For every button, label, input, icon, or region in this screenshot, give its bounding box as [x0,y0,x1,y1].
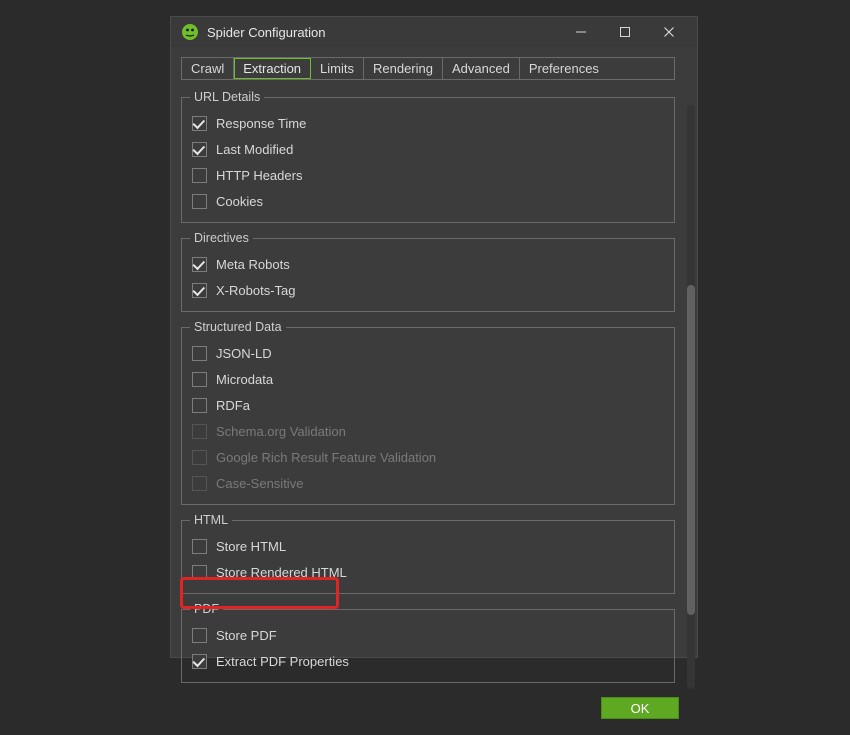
group-legend: HTML [190,513,232,527]
option-store-rendered-html[interactable]: Store Rendered HTML [190,559,666,585]
minimize-button[interactable] [559,17,603,47]
option-cookies[interactable]: Cookies [190,188,666,214]
option-http-headers[interactable]: HTTP Headers [190,162,666,188]
checkbox-label: Meta Robots [216,257,290,272]
tab-extraction[interactable]: Extraction [234,58,311,79]
checkbox-label: Response Time [216,116,306,131]
content-area: URL Details Response Time Last Modified … [181,84,689,691]
checkbox[interactable] [192,346,207,361]
option-schema-org-validation: Schema.org Validation [190,418,666,444]
checkbox [192,476,207,491]
app-icon [181,23,199,41]
option-store-pdf[interactable]: Store PDF [190,622,666,648]
checkbox-label: Store PDF [216,628,277,643]
tab-preferences[interactable]: Preferences [520,58,608,79]
tab-bar: Crawl Extraction Limits Rendering Advanc… [181,57,675,80]
checkbox[interactable] [192,372,207,387]
checkbox [192,450,207,465]
close-button[interactable] [647,17,691,47]
checkbox-label: Microdata [216,372,273,387]
option-rdfa[interactable]: RDFa [190,392,666,418]
group-legend: Structured Data [190,320,286,334]
checkbox[interactable] [192,142,207,157]
checkbox[interactable] [192,116,207,131]
group-legend: PDF [190,602,223,616]
group-structured-data: Structured Data JSON-LD Microdata RDFa S… [181,320,675,505]
option-extract-pdf-properties[interactable]: Extract PDF Properties [190,648,666,674]
scrollbar[interactable] [683,105,697,689]
maximize-button[interactable] [603,17,647,47]
option-store-html[interactable]: Store HTML [190,533,666,559]
checkbox[interactable] [192,565,207,580]
checkbox-label: Google Rich Result Feature Validation [216,450,436,465]
dialog-footer: OK [181,691,689,725]
window-controls [559,17,691,47]
checkbox-label: Last Modified [216,142,293,157]
option-response-time[interactable]: Response Time [190,110,666,136]
group-directives: Directives Meta Robots X-Robots-Tag [181,231,675,312]
option-last-modified[interactable]: Last Modified [190,136,666,162]
tab-rendering[interactable]: Rendering [364,58,443,79]
group-html: HTML Store HTML Store Rendered HTML [181,513,675,594]
checkbox-label: Store Rendered HTML [216,565,347,580]
group-legend: Directives [190,231,253,245]
option-microdata[interactable]: Microdata [190,366,666,392]
checkbox-label: HTTP Headers [216,168,302,183]
checkbox[interactable] [192,398,207,413]
option-google-rich-result: Google Rich Result Feature Validation [190,444,666,470]
option-x-robots-tag[interactable]: X-Robots-Tag [190,277,666,303]
window-title: Spider Configuration [207,25,559,40]
option-case-sensitive: Case-Sensitive [190,470,666,496]
titlebar: Spider Configuration [171,17,697,47]
dialog-body: Crawl Extraction Limits Rendering Advanc… [171,47,697,735]
checkbox[interactable] [192,283,207,298]
checkbox-label: Case-Sensitive [216,476,303,491]
group-url-details: URL Details Response Time Last Modified … [181,90,675,223]
tab-limits[interactable]: Limits [311,58,364,79]
group-legend: URL Details [190,90,264,104]
checkbox[interactable] [192,539,207,554]
tab-advanced[interactable]: Advanced [443,58,520,79]
dialog-window: Spider Configuration Crawl Extraction Li… [170,16,698,658]
checkbox-label: RDFa [216,398,250,413]
checkbox[interactable] [192,654,207,669]
checkbox[interactable] [192,628,207,643]
option-json-ld[interactable]: JSON-LD [190,340,666,366]
option-meta-robots[interactable]: Meta Robots [190,251,666,277]
checkbox-label: X-Robots-Tag [216,283,295,298]
checkbox [192,424,207,439]
checkbox-label: Extract PDF Properties [216,654,349,669]
checkbox-label: Cookies [216,194,263,209]
ok-button[interactable]: OK [601,697,679,719]
checkbox[interactable] [192,168,207,183]
checkbox-label: Schema.org Validation [216,424,346,439]
tab-crawl[interactable]: Crawl [182,58,234,79]
checkbox-label: Store HTML [216,539,286,554]
checkbox[interactable] [192,194,207,209]
scrollbar-thumb[interactable] [687,285,695,615]
checkbox-label: JSON-LD [216,346,272,361]
group-pdf: PDF Store PDF Extract PDF Properties [181,602,675,683]
checkbox[interactable] [192,257,207,272]
